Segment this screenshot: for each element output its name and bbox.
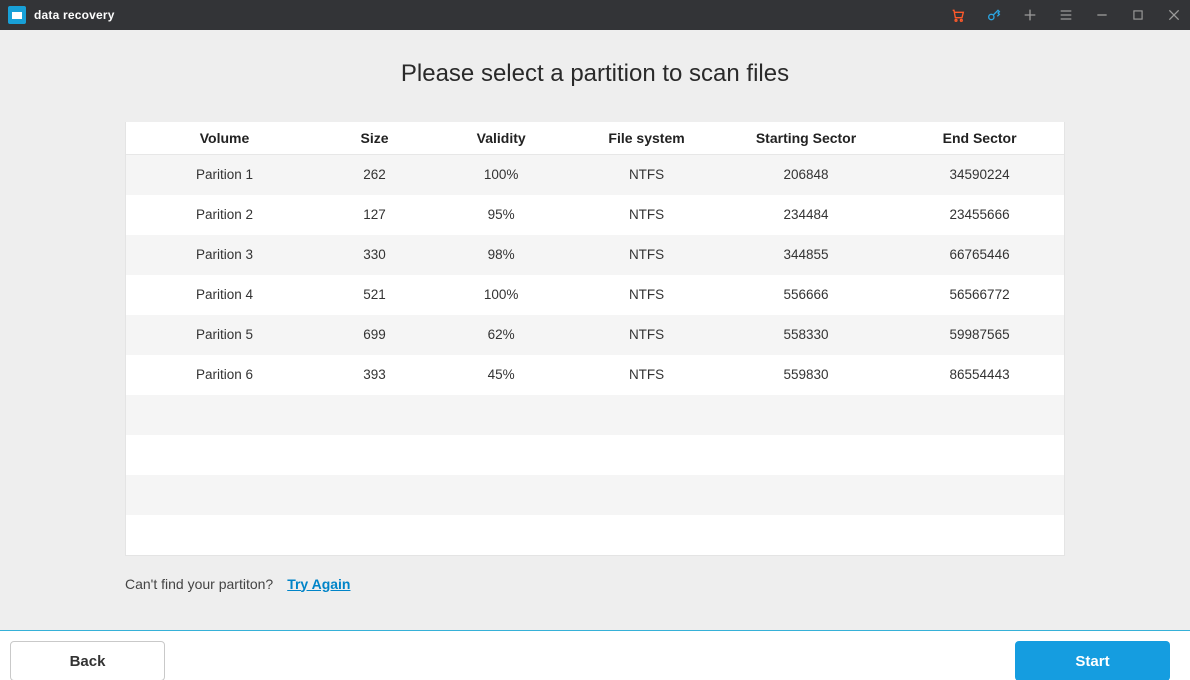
maximize-icon[interactable]: [1130, 7, 1146, 23]
cell-size: 699: [323, 315, 426, 355]
title-bar-left: data recovery: [8, 6, 115, 24]
main-content: Please select a partition to scan files …: [0, 30, 1190, 620]
cell-end: 56566772: [895, 275, 1064, 315]
cell-start: 558330: [717, 315, 895, 355]
footer-bar: Back Start: [0, 631, 1190, 680]
cell-volume: Parition 5: [126, 315, 323, 355]
col-file-system: File system: [576, 122, 717, 155]
help-prompt: Can't find your partiton?: [125, 576, 273, 592]
cell-start: 559830: [717, 355, 895, 395]
cell-size: 521: [323, 275, 426, 315]
cell-volume: Parition 6: [126, 355, 323, 395]
table-row[interactable]: Parition 333098%NTFS34485566765446: [126, 235, 1064, 275]
cell-validity: 45%: [426, 355, 576, 395]
cell-fs: NTFS: [576, 315, 717, 355]
table-row-empty: [126, 515, 1064, 555]
cell-validity: 100%: [426, 155, 576, 195]
key-icon[interactable]: [986, 7, 1002, 23]
plus-icon[interactable]: [1022, 7, 1038, 23]
close-icon[interactable]: [1166, 7, 1182, 23]
title-bar-right: [950, 7, 1182, 23]
col-starting-sector: Starting Sector: [717, 122, 895, 155]
back-button[interactable]: Back: [10, 641, 165, 680]
cell-end: 86554443: [895, 355, 1064, 395]
cell-size: 393: [323, 355, 426, 395]
start-button[interactable]: Start: [1015, 641, 1170, 680]
help-row: Can't find your partiton? Try Again: [125, 576, 1065, 592]
col-size: Size: [323, 122, 426, 155]
app-logo-icon: [8, 6, 26, 24]
col-volume: Volume: [126, 122, 323, 155]
cell-end: 59987565: [895, 315, 1064, 355]
cell-start: 206848: [717, 155, 895, 195]
table-row[interactable]: Parition 639345%NTFS55983086554443: [126, 355, 1064, 395]
cell-validity: 95%: [426, 195, 576, 235]
cell-size: 127: [323, 195, 426, 235]
cell-fs: NTFS: [576, 275, 717, 315]
cell-validity: 100%: [426, 275, 576, 315]
table-row-empty: [126, 395, 1064, 435]
cell-end: 23455666: [895, 195, 1064, 235]
cell-start: 234484: [717, 195, 895, 235]
cell-volume: Parition 1: [126, 155, 323, 195]
minimize-icon[interactable]: [1094, 7, 1110, 23]
table-row[interactable]: Parition 4521100%NTFS55666656566772: [126, 275, 1064, 315]
cell-size: 262: [323, 155, 426, 195]
col-validity: Validity: [426, 122, 576, 155]
page-title: Please select a partition to scan files: [65, 60, 1125, 88]
cell-fs: NTFS: [576, 235, 717, 275]
cell-fs: NTFS: [576, 195, 717, 235]
cell-volume: Parition 2: [126, 195, 323, 235]
col-end-sector: End Sector: [895, 122, 1064, 155]
cell-fs: NTFS: [576, 155, 717, 195]
app-name: data recovery: [34, 8, 115, 22]
table-row-empty: [126, 435, 1064, 475]
table-row[interactable]: Parition 1262100%NTFS20684834590224: [126, 155, 1064, 195]
cell-size: 330: [323, 235, 426, 275]
cell-start: 344855: [717, 235, 895, 275]
cell-volume: Parition 4: [126, 275, 323, 315]
table-row[interactable]: Parition 212795%NTFS23448423455666: [126, 195, 1064, 235]
cell-end: 66765446: [895, 235, 1064, 275]
cell-start: 556666: [717, 275, 895, 315]
try-again-link[interactable]: Try Again: [287, 576, 350, 592]
cell-validity: 98%: [426, 235, 576, 275]
cell-end: 34590224: [895, 155, 1064, 195]
table-row-empty: [126, 475, 1064, 515]
table-header-row: Volume Size Validity File system Startin…: [126, 122, 1064, 155]
title-bar: data recovery: [0, 0, 1190, 30]
partition-table-wrap: Volume Size Validity File system Startin…: [125, 122, 1065, 556]
cart-icon[interactable]: [950, 7, 966, 23]
cell-validity: 62%: [426, 315, 576, 355]
partition-table: Volume Size Validity File system Startin…: [126, 122, 1064, 555]
table-row[interactable]: Parition 569962%NTFS55833059987565: [126, 315, 1064, 355]
cell-fs: NTFS: [576, 355, 717, 395]
menu-icon[interactable]: [1058, 7, 1074, 23]
cell-volume: Parition 3: [126, 235, 323, 275]
